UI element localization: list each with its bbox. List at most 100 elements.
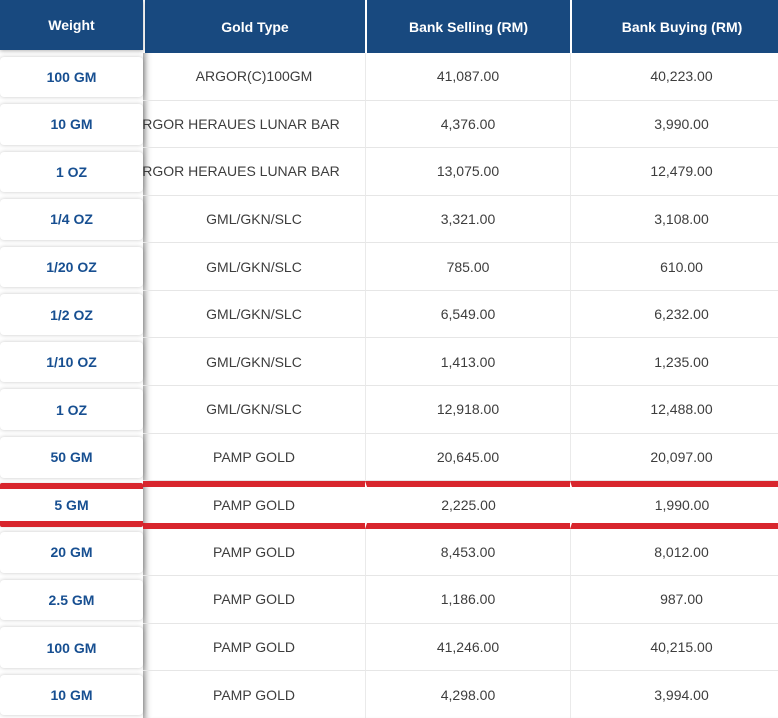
gold-type-cell: ARGOR(C)100GM — [143, 53, 365, 101]
gold-type-cell-text: RGOR HERAUES LUNAR BAR — [143, 115, 340, 132]
weight-cell-slot: 100 GM — [0, 53, 143, 101]
table-row: GML/GKN/SLC 6,549.00 6,232.00 — [143, 290, 778, 339]
weight-cell: 2.5 GM — [0, 579, 143, 621]
gold-type-cell-text: GML/GKN/SLC — [206, 306, 302, 323]
gold-type-cell-text: GML/GKN/SLC — [206, 353, 302, 370]
table-scroll-area[interactable]: Gold Type Bank Selling (RM) Bank Buying … — [143, 0, 778, 718]
bank-buying-cell-text: 6,232.00 — [654, 306, 709, 323]
weight-cell-slot: 100 GM — [0, 624, 143, 672]
bank-buying-cell-text: 8,012.00 — [654, 543, 709, 560]
gold-type-cell: PAMP GOLD — [143, 671, 365, 718]
bank-buying-cell: 8,012.00 — [570, 528, 778, 577]
bank-selling-cell-text: 6,549.00 — [440, 306, 496, 323]
table-row: PAMP GOLD 41,246.00 40,215.00 — [143, 623, 778, 672]
gold-rates-table: Gold Type Bank Selling (RM) Bank Buying … — [0, 0, 778, 718]
bank-selling-cell-text: 41,087.00 — [436, 68, 500, 85]
table-header-row: Gold Type Bank Selling (RM) Bank Buying … — [143, 0, 778, 53]
gold-type-cell: GML/GKN/SLC — [143, 338, 365, 386]
bank-selling-cell-text: 8,453.00 — [440, 543, 496, 560]
table-row: PAMP GOLD 1,186.00 987.00 — [143, 576, 778, 624]
bank-buying-cell: 12,479.00 — [570, 148, 778, 196]
bank-buying-cell: 987.00 — [570, 576, 778, 624]
table-row: PAMP GOLD 8,453.00 8,012.00 — [143, 528, 778, 577]
bank-selling-cell: 20,645.00 — [365, 433, 570, 482]
bank-selling-cell: 1,186.00 — [365, 576, 570, 624]
gold-type-cell-text: GML/GKN/SLC — [206, 210, 302, 227]
gold-type-cell-text: PAMP GOLD — [213, 448, 295, 465]
gold-type-cell-text: PAMP GOLD — [213, 543, 295, 560]
column-header-gold-type: Gold Type — [143, 0, 365, 53]
weight-cell-highlighted: 5 GM — [0, 483, 143, 527]
weight-cell-slot: 10 GM — [0, 101, 143, 149]
bank-selling-cell-text: 2,225.00 — [441, 496, 496, 513]
gold-type-cell: GML/GKN/SLC — [143, 243, 365, 291]
bank-selling-cell: 12,918.00 — [365, 385, 570, 434]
bank-buying-cell-text: 20,097.00 — [650, 448, 713, 465]
gold-type-cell: PAMP GOLD — [143, 481, 365, 529]
bank-selling-cell: 6,549.00 — [365, 290, 570, 339]
bank-buying-cell-text: 1,235.00 — [654, 353, 709, 370]
bank-buying-cell: 1,990.00 — [570, 481, 778, 529]
bank-buying-cell: 3,994.00 — [570, 671, 778, 718]
bank-selling-cell: 41,246.00 — [365, 623, 570, 672]
gold-type-cell: PAMP GOLD — [143, 529, 365, 577]
weight-cell: 1/4 OZ — [0, 199, 143, 240]
bank-selling-cell-text: 3,321.00 — [440, 210, 496, 227]
bank-selling-cell: 2,225.00 — [365, 481, 570, 529]
weight-column-cells: 100 GM 10 GM 1 OZ 1/4 OZ 1/20 OZ 1/2 OZ 1/10 O… — [0, 53, 143, 718]
weight-column: Weight 100 GM 10 GM 1 OZ 1/4 OZ 1/20 OZ 1/2 O… — [0, 0, 143, 718]
gold-type-cell-text: PAMP GOLD — [213, 686, 295, 703]
bank-buying-cell: 1,235.00 — [570, 338, 778, 386]
gold-type-cell-text: GML/GKN/SLC — [206, 401, 302, 418]
table-row: ARGOR(C)100GM 41,087.00 40,223.00 — [143, 53, 778, 101]
weight-cell: 1/2 OZ — [0, 294, 143, 335]
gold-type-cell-text: PAMP GOLD — [213, 639, 295, 656]
gold-type-cell: PAMP GOLD — [143, 434, 365, 482]
bank-buying-cell: 610.00 — [570, 243, 778, 291]
bank-buying-cell-text: 40,215.00 — [650, 639, 713, 656]
column-header-weight: Weight — [0, 0, 143, 50]
bank-buying-cell: 6,232.00 — [570, 290, 778, 339]
weight-cell: 1/20 OZ — [0, 246, 143, 288]
bank-buying-cell-text: 987.00 — [660, 591, 703, 608]
gold-type-cell-text: GML/GKN/SLC — [206, 258, 302, 275]
gold-type-cell-text: ARGOR(C)100GM — [195, 68, 313, 85]
weight-cell-slot: 1/2 OZ — [0, 291, 143, 339]
weight-cell-slot: 1 OZ — [0, 148, 143, 196]
gold-type-cell: PAMP GOLD — [143, 624, 365, 672]
bank-selling-cell: 4,376.00 — [365, 100, 570, 149]
bank-selling-cell-text: 1,186.00 — [440, 591, 496, 608]
gold-type-cell-text: PAMP GOLD — [213, 591, 295, 608]
bank-selling-cell-text: 785.00 — [446, 258, 490, 275]
bank-selling-cell-text: 1,413.00 — [440, 353, 496, 370]
weight-cell: 10 GM — [0, 104, 143, 145]
bank-selling-cell-text: 13,075.00 — [436, 163, 500, 180]
table-row: GML/GKN/SLC 785.00 610.00 — [143, 243, 778, 291]
table-row-highlighted: PAMP GOLD 2,225.00 1,990.00 — [143, 481, 778, 529]
bank-selling-cell-text: 12,918.00 — [436, 401, 500, 418]
table-row: RGOR HERAUES LUNAR BAR 4,376.00 3,990.00 — [143, 100, 778, 149]
bank-buying-cell-text: 3,108.00 — [654, 210, 709, 227]
gold-type-cell: GML/GKN/SLC — [143, 196, 365, 244]
bank-selling-cell: 41,087.00 — [365, 53, 570, 101]
gold-type-cell: PAMP GOLD — [143, 576, 365, 624]
bank-buying-cell: 40,223.00 — [570, 53, 778, 101]
bank-selling-cell-text: 4,298.00 — [440, 686, 496, 703]
bank-buying-cell: 12,488.00 — [570, 385, 778, 434]
weight-cell-slot: 2.5 GM — [0, 576, 143, 624]
bank-buying-cell-text: 610.00 — [660, 258, 703, 275]
table-row: GML/GKN/SLC 3,321.00 3,108.00 — [143, 195, 778, 244]
weight-cell-slot: 50 GM — [0, 434, 143, 482]
weight-cell: 1 OZ — [0, 389, 143, 430]
weight-cell-slot: 20 GM — [0, 529, 143, 577]
bank-buying-cell-text: 1,990.00 — [654, 496, 710, 513]
weight-cell: 50 GM — [0, 437, 143, 478]
bank-buying-cell-text: 3,990.00 — [654, 115, 709, 132]
bank-selling-cell: 8,453.00 — [365, 528, 570, 577]
bank-selling-cell: 3,321.00 — [365, 195, 570, 244]
table-row: GML/GKN/SLC 12,918.00 12,488.00 — [143, 385, 778, 434]
weight-cell: 100 GM — [0, 56, 143, 98]
weight-cell: 20 GM — [0, 532, 143, 573]
weight-cell-slot: 1 OZ — [0, 386, 143, 434]
table-row: RGOR HERAUES LUNAR BAR 13,075.00 12,479.00 — [143, 148, 778, 196]
